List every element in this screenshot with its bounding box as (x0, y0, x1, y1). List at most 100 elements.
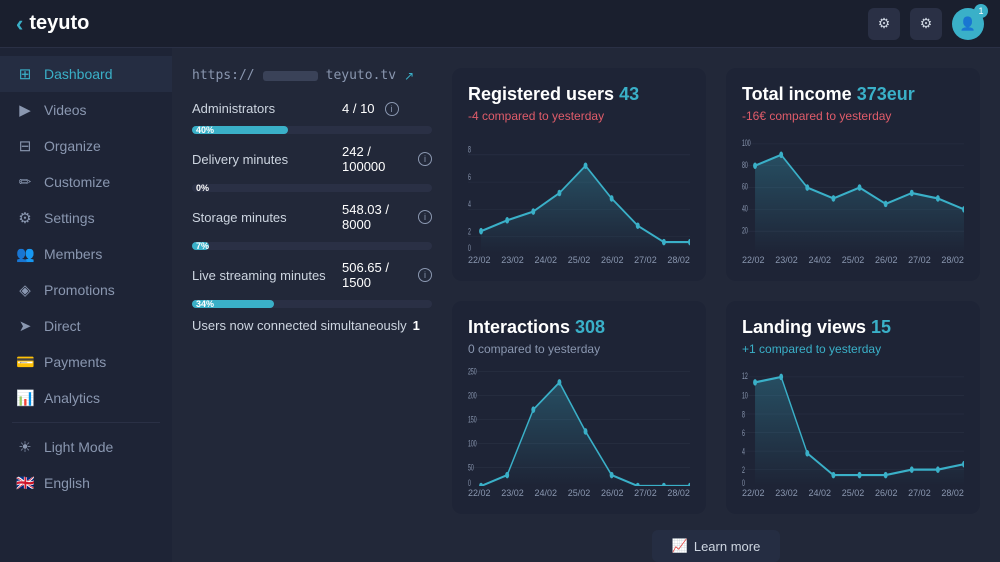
url-prefix: https:// (192, 68, 255, 83)
lv-x-0: 22/02 (742, 488, 765, 498)
learn-more-button[interactable]: 📈 Learn more (652, 530, 781, 562)
sidebar-item-videos[interactable]: ▶ Videos (0, 92, 172, 128)
ti-x-5: 27/02 (908, 255, 931, 265)
svg-text:10: 10 (742, 390, 748, 401)
total-income-subtitle: -16€ compared to yesterday (742, 109, 964, 123)
svg-text:8: 8 (742, 409, 745, 420)
sidebar-item-promotions[interactable]: ◈ Promotions (0, 272, 172, 308)
learn-more-label: Learn more (694, 539, 760, 554)
delivery-info-icon[interactable]: i (418, 152, 432, 166)
x-label-2: 24/02 (534, 255, 557, 265)
interactions-x-labels: 22/02 23/02 24/02 25/02 26/02 27/02 28/0… (468, 488, 690, 498)
videos-icon: ▶ (16, 101, 34, 119)
registered-users-count: 43 (619, 84, 639, 104)
x-label-4: 26/02 (601, 255, 624, 265)
sidebar-label-settings: Settings (44, 210, 95, 226)
svg-text:60: 60 (742, 181, 748, 192)
promotions-icon: ◈ (16, 281, 34, 299)
english-icon: 🇬🇧 (16, 474, 34, 492)
total-income-svg: 100 80 60 40 20 (742, 133, 964, 253)
sidebar: ⊞ Dashboard ▶ Videos ⊟ Organize ✏ Custom… (0, 48, 172, 562)
payments-icon: 💳 (16, 353, 34, 371)
lv-x-5: 27/02 (908, 488, 931, 498)
total-income-x-labels: 22/02 23/02 24/02 25/02 26/02 27/02 28/0… (742, 255, 964, 265)
gear-icon-button[interactable]: ⚙ (910, 8, 942, 40)
delivery-progress-bar: 0% (192, 184, 432, 192)
settings-icon-button[interactable]: ⚙ (868, 8, 900, 40)
sidebar-label-members: Members (44, 246, 102, 262)
analytics-icon: 📊 (16, 389, 34, 407)
admin-progress-bar: 40% (192, 126, 432, 134)
stat-row-delivery: Delivery minutes 242 / 100000 i (192, 144, 432, 174)
sidebar-item-settings[interactable]: ⚙ Settings (0, 200, 172, 236)
ti-x-0: 22/02 (742, 255, 765, 265)
sidebar-item-analytics[interactable]: 📊 Analytics (0, 380, 172, 416)
sidebar-item-dashboard[interactable]: ⊞ Dashboard (0, 56, 172, 92)
admin-info-icon[interactable]: i (385, 102, 399, 116)
ti-x-4: 26/02 (875, 255, 898, 265)
x-label-0: 22/02 (468, 255, 491, 265)
storage-value: 548.03 / 8000 (342, 202, 408, 232)
svg-text:200: 200 (468, 390, 477, 401)
svg-text:100: 100 (742, 138, 751, 149)
registered-users-svg: 8 6 4 2 0 (468, 133, 690, 253)
sidebar-item-direct[interactable]: ➤ Direct (0, 308, 172, 344)
avatar-icon: 👤 (960, 16, 976, 32)
storage-info-icon[interactable]: i (418, 210, 432, 224)
live-info-icon[interactable]: i (418, 268, 432, 282)
svg-text:0: 0 (742, 478, 745, 486)
sidebar-label-english: English (44, 475, 90, 491)
sidebar-item-organize[interactable]: ⊟ Organize (0, 128, 172, 164)
sidebar-item-lightmode[interactable]: ☀ Light Mode (0, 429, 172, 465)
registered-users-subtitle: -4 compared to yesterday (468, 109, 690, 123)
svg-text:8: 8 (468, 144, 471, 155)
sidebar-label-analytics: Analytics (44, 390, 100, 406)
main-content: https:// teyuto.tv ↗ Administrators 4 / … (172, 48, 1000, 562)
ti-x-2: 24/02 (808, 255, 831, 265)
ti-x-6: 28/02 (941, 255, 964, 265)
delivery-label: Delivery minutes (192, 152, 332, 167)
landing-views-count: 15 (871, 317, 891, 337)
x-label-1: 23/02 (501, 255, 524, 265)
avatar[interactable]: 👤 1 (952, 8, 984, 40)
chart-total-income: Total income 373eur -16€ compared to yes… (726, 68, 980, 281)
sidebar-item-customize[interactable]: ✏ Customize (0, 164, 172, 200)
in-x-2: 24/02 (534, 488, 557, 498)
in-x-3: 25/02 (568, 488, 591, 498)
admin-progress-label: 40% (196, 125, 214, 135)
notification-badge: 1 (974, 4, 988, 18)
ti-x-3: 25/02 (842, 255, 865, 265)
storage-label: Storage minutes (192, 210, 332, 225)
live-label: Live streaming minutes (192, 268, 332, 283)
svg-text:2: 2 (742, 464, 745, 475)
lv-x-6: 28/02 (941, 488, 964, 498)
svg-text:80: 80 (742, 159, 748, 170)
stat-row-live: Live streaming minutes 506.65 / 1500 i (192, 260, 432, 290)
lv-x-1: 23/02 (775, 488, 798, 498)
stat-row-administrators: Administrators 4 / 10 i (192, 101, 432, 116)
url-redacted (263, 71, 318, 81)
svg-text:6: 6 (742, 427, 745, 438)
logo-arrow: ‹ (16, 11, 23, 37)
interactions-count: 308 (575, 317, 605, 337)
landing-views-subtitle: +1 compared to yesterday (742, 342, 964, 356)
svg-text:12: 12 (742, 371, 748, 382)
sidebar-item-english[interactable]: 🇬🇧 English (0, 465, 172, 501)
main-layout: ⊞ Dashboard ▶ Videos ⊟ Organize ✏ Custom… (0, 48, 1000, 562)
external-link-icon[interactable]: ↗ (404, 69, 414, 83)
sidebar-item-members[interactable]: 👥 Members (0, 236, 172, 272)
lv-x-3: 25/02 (842, 488, 865, 498)
sidebar-item-payments[interactable]: 💳 Payments (0, 344, 172, 380)
svg-text:50: 50 (468, 462, 474, 473)
sidebar-label-dashboard: Dashboard (44, 66, 113, 82)
landing-views-chart-area: 12 10 8 6 4 2 0 (742, 366, 964, 486)
total-income-title: Total income 373eur (742, 84, 964, 105)
logo: ‹ teyuto (16, 11, 89, 37)
landing-views-x-labels: 22/02 23/02 24/02 25/02 26/02 27/02 28/0… (742, 488, 964, 498)
svg-text:100: 100 (468, 438, 477, 449)
lv-x-2: 24/02 (808, 488, 831, 498)
storage-progress-label: 7% (196, 241, 209, 251)
members-icon: 👥 (16, 245, 34, 263)
live-value: 506.65 / 1500 (342, 260, 408, 290)
settings-icon: ⚙ (16, 209, 34, 227)
